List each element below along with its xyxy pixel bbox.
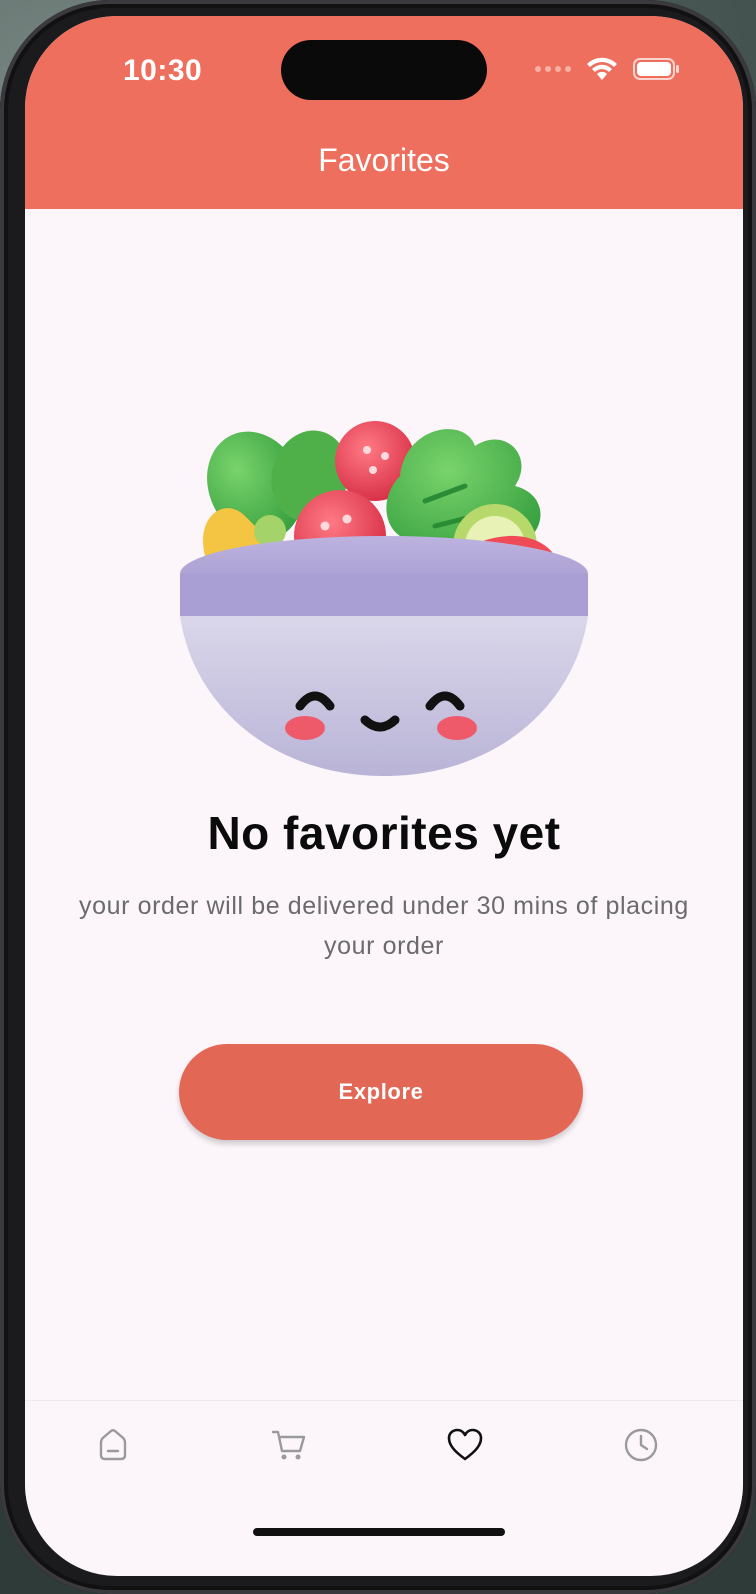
tab-favorites[interactable] (435, 1415, 495, 1475)
cellular-signal-icon (535, 66, 571, 72)
home-icon (99, 1429, 127, 1461)
empty-state-subtitle: your order will be delivered under 30 mi… (79, 892, 689, 960)
app-header: 10:30 Favorites (25, 16, 743, 209)
dynamic-island (281, 40, 487, 100)
page-title: Favorites (318, 142, 450, 178)
clock-icon (624, 1428, 658, 1462)
cart-icon (271, 1430, 306, 1460)
tab-home[interactable] (83, 1415, 143, 1475)
tab-cart[interactable] (259, 1415, 319, 1475)
battery-icon (633, 58, 679, 80)
bottom-tab-bar (25, 1400, 743, 1501)
status-time: 10:30 (123, 54, 203, 87)
status-icons (535, 56, 681, 82)
heart-icon (447, 1428, 483, 1461)
app-screen: 10:30 Favorites No favorites yet your or… (25, 16, 743, 1576)
explore-button[interactable]: Explore (179, 1044, 583, 1140)
tab-history[interactable] (611, 1415, 671, 1475)
wifi-icon (587, 57, 617, 80)
empty-state-title: No favorites yet (207, 807, 561, 859)
home-indicator (253, 1528, 505, 1536)
salad-bowl-illustration (180, 421, 588, 776)
